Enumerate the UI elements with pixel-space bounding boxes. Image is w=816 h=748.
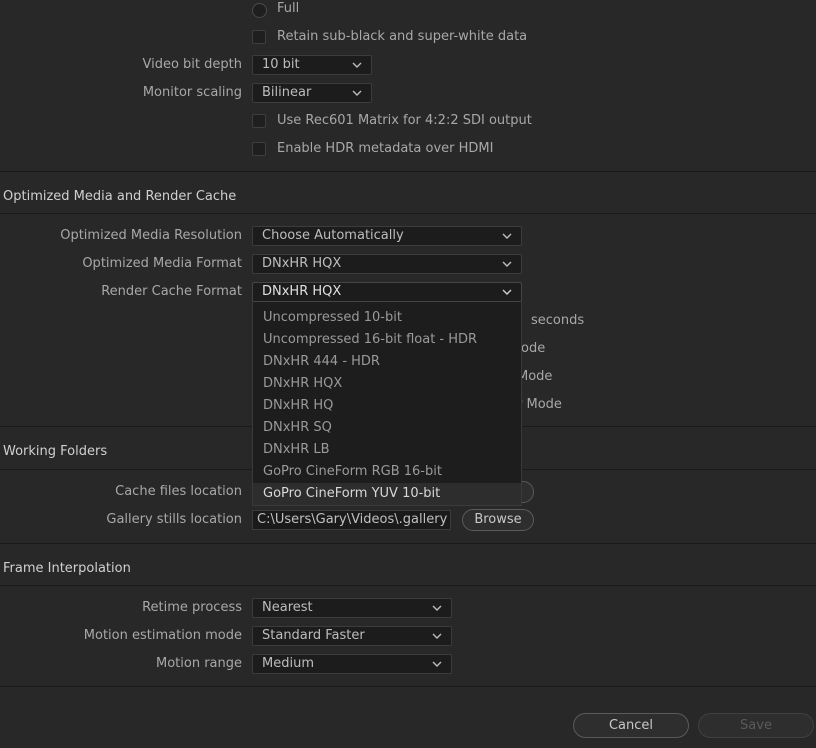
monitor-scaling-label: Monitor scaling — [142, 85, 242, 100]
render-cache-format-options-list: Uncompressed 10-bit Uncompressed 16-bit … — [252, 302, 522, 506]
chevron-down-icon — [502, 261, 512, 267]
render-cache-format-label: Render Cache Format — [101, 284, 242, 299]
section-divider — [0, 686, 816, 687]
retain-checkbox[interactable] — [252, 30, 266, 44]
render-cache-option[interactable]: DNxHR HQ — [253, 395, 521, 417]
motion-range-label: Motion range — [155, 656, 242, 671]
section-divider — [0, 171, 816, 172]
render-cache-option[interactable]: Uncompressed 16-bit float - HDR — [253, 329, 521, 351]
render-cache-option-highlighted[interactable]: GoPro CineForm YUV 10-bit — [253, 483, 521, 505]
mode-text: Mode — [517, 369, 553, 384]
motion-estimation-mode-label: Motion estimation mode — [83, 628, 242, 643]
retime-process-dropdown[interactable]: Nearest — [252, 598, 452, 618]
full-radio[interactable] — [252, 3, 267, 18]
optimized-format-label: Optimized Media Format — [82, 256, 242, 271]
rec601-label: Use Rec601 Matrix for 4:2:2 SDI output — [277, 113, 532, 128]
section-divider — [0, 543, 816, 544]
save-button[interactable]: Save — [698, 713, 814, 738]
render-cache-option[interactable]: DNxHR HQX — [253, 373, 521, 395]
full-radio-label: Full — [277, 1, 300, 16]
chevron-down-icon — [502, 289, 512, 295]
hdr-metadata-label: Enable HDR metadata over HDMI — [277, 141, 494, 156]
optimized-resolution-value: Choose Automatically — [262, 228, 404, 243]
render-cache-option[interactable]: Uncompressed 10-bit — [253, 307, 521, 329]
chevron-down-icon — [432, 661, 442, 667]
chevron-down-icon — [352, 90, 362, 96]
gallery-stills-location-label: Gallery stills location — [106, 512, 242, 527]
rec601-checkbox[interactable] — [252, 114, 266, 128]
chevron-down-icon — [352, 62, 362, 68]
motion-range-dropdown[interactable]: Medium — [252, 654, 452, 674]
render-cache-option[interactable]: DNxHR 444 - HDR — [253, 351, 521, 373]
motion-estimation-mode-dropdown[interactable]: Standard Faster — [252, 626, 452, 646]
chevron-down-icon — [432, 605, 442, 611]
cache-files-location-label: Cache files location — [115, 484, 242, 499]
render-cache-option[interactable]: DNxHR LB — [253, 439, 521, 461]
chevron-down-icon — [432, 633, 442, 639]
gallery-browse-button[interactable]: Browse — [462, 509, 534, 531]
section-divider — [0, 585, 816, 586]
retime-process-label: Retime process — [142, 600, 242, 615]
video-bit-depth-label: Video bit depth — [142, 57, 243, 72]
render-cache-format-value: DNxHR HQX — [262, 284, 342, 299]
hdr-metadata-checkbox[interactable] — [252, 142, 266, 156]
optimized-media-section-title: Optimized Media and Render Cache — [3, 189, 237, 204]
optimized-format-value: DNxHR HQX — [262, 256, 342, 271]
seconds-text: seconds — [531, 313, 585, 328]
render-cache-format-dropdown[interactable]: DNxHR HQX — [252, 282, 522, 302]
monitor-scaling-dropdown[interactable]: Bilinear — [252, 83, 372, 103]
cancel-button[interactable]: Cancel — [573, 713, 689, 738]
optimized-resolution-dropdown[interactable]: Choose Automatically — [252, 226, 522, 246]
working-folders-section-title: Working Folders — [3, 444, 108, 459]
mode-text: ode — [521, 341, 546, 356]
video-bit-depth-value: 10 bit — [262, 57, 300, 72]
frame-interpolation-section-title: Frame Interpolation — [3, 561, 131, 576]
video-bit-depth-dropdown[interactable]: 10 bit — [252, 55, 372, 75]
monitor-scaling-value: Bilinear — [262, 85, 312, 100]
retain-label: Retain sub-black and super-white data — [277, 29, 528, 44]
motion-range-value: Medium — [262, 656, 314, 671]
optimized-format-dropdown[interactable]: DNxHR HQX — [252, 254, 522, 274]
optimized-resolution-label: Optimized Media Resolution — [60, 228, 242, 243]
gallery-stills-location-value: C:\Users\Gary\Videos\.gallery — [257, 512, 448, 527]
render-cache-option[interactable]: GoPro CineForm RGB 16-bit — [253, 461, 521, 483]
chevron-down-icon — [502, 233, 512, 239]
render-cache-option[interactable]: DNxHR SQ — [253, 417, 521, 439]
gallery-stills-location-field[interactable]: C:\Users\Gary\Videos\.gallery — [252, 510, 451, 530]
mode-text: r Mode — [517, 397, 562, 412]
motion-estimation-mode-value: Standard Faster — [262, 628, 365, 643]
section-divider — [0, 213, 816, 214]
retime-process-value: Nearest — [262, 600, 313, 615]
